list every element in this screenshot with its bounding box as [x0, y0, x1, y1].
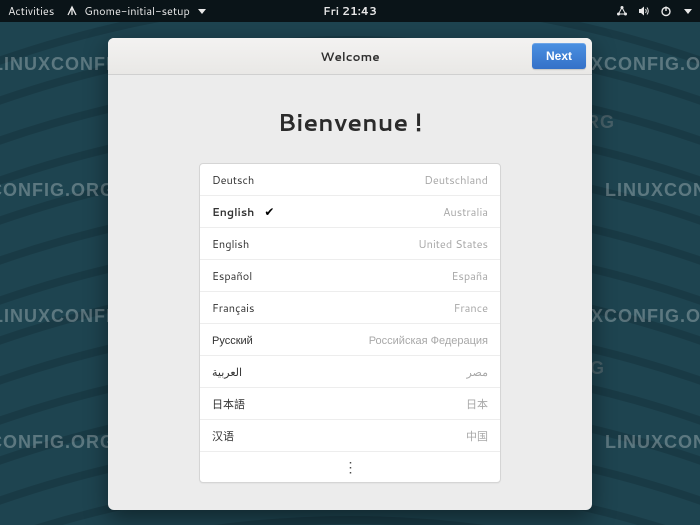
language-name: Español	[212, 268, 252, 284]
language-region: 中国	[466, 428, 488, 444]
chevron-down-icon	[684, 9, 692, 14]
system-status-area[interactable]	[616, 5, 692, 17]
language-name: Français	[212, 300, 254, 316]
language-row[interactable]: Русский Российская Федерация	[200, 324, 500, 356]
language-region: Australia	[443, 204, 488, 220]
more-icon: ⋮	[344, 460, 357, 474]
language-name: Deutsch	[212, 172, 254, 188]
chevron-down-icon	[198, 9, 206, 14]
language-name: Русский	[212, 332, 253, 348]
headerbar: Welcome Next	[108, 38, 592, 75]
app-name-label: Gnome-initial-setup	[84, 3, 189, 19]
language-name: English	[212, 204, 254, 220]
language-row[interactable]: 日本語 日本	[200, 388, 500, 420]
dialog-title: Welcome	[320, 48, 379, 65]
next-button[interactable]: Next	[532, 43, 586, 69]
language-name: English	[212, 236, 249, 252]
more-languages-button[interactable]: ⋮	[200, 452, 500, 482]
language-row[interactable]: English United States	[200, 228, 500, 260]
language-region: United States	[418, 236, 488, 252]
language-row[interactable]: 汉语 中国	[200, 420, 500, 452]
initial-setup-dialog: Welcome Next Bienvenue ! Deutsch Deutschl…	[108, 38, 592, 510]
language-region: Deutschland	[424, 172, 488, 188]
language-row[interactable]: Español España	[200, 260, 500, 292]
volume-icon	[638, 5, 650, 17]
app-menu[interactable]: Gnome-initial-setup	[66, 3, 205, 19]
dialog-body: Bienvenue ! Deutsch Deutschland English ✔ Au…	[108, 75, 592, 510]
language-name: 日本語	[212, 396, 245, 412]
checkmark-icon: ✔	[264, 203, 274, 220]
activities-button[interactable]: Activities	[8, 3, 54, 19]
language-row[interactable]: Français France	[200, 292, 500, 324]
app-icon	[66, 5, 78, 17]
language-name: 汉语	[212, 428, 234, 444]
clock[interactable]: Fri 21:43	[323, 3, 377, 19]
language-region: Российская Федерация	[369, 332, 488, 348]
network-icon	[616, 5, 628, 17]
language-region: France	[454, 300, 488, 316]
power-icon	[660, 5, 672, 17]
language-region: مصر	[466, 364, 488, 380]
page-title: Bienvenue !	[278, 105, 423, 139]
language-name: العربية	[212, 364, 242, 380]
language-region: España	[452, 268, 488, 284]
language-region: 日本	[466, 396, 488, 412]
language-row[interactable]: Deutsch Deutschland	[200, 164, 500, 196]
language-row[interactable]: English ✔ Australia	[200, 196, 500, 228]
language-list: DeutschDeutschlandEnglish✔AustraliaEngli…	[199, 163, 501, 483]
language-row[interactable]: العربية مصر	[200, 356, 500, 388]
top-panel: Activities Gnome-initial-setup Fri 21:43	[0, 0, 700, 22]
